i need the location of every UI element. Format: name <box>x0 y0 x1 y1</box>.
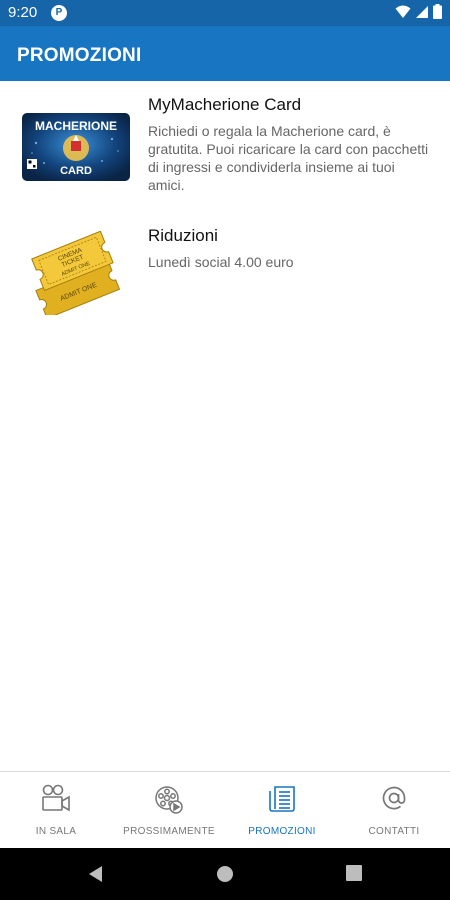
nav-item-prossimamente[interactable]: PROSSIMAMENTE <box>113 772 225 849</box>
cellular-signal-icon <box>416 5 428 18</box>
film-reel-play-icon <box>155 786 183 814</box>
status-time: 9:20 <box>8 4 38 21</box>
nav-label: IN SALA <box>35 826 77 837</box>
film-camera-icon <box>42 784 70 812</box>
nav-item-promozioni[interactable]: PROMOZIONI <box>226 772 338 849</box>
status-indicators <box>395 4 442 19</box>
bottom-navigation: IN SALA PROSSIMAMENTE PROMOZIONI CONTATT… <box>0 771 450 848</box>
nav-label: PROSSIMAMENTE <box>123 826 215 837</box>
status-bar: 9:20 P <box>0 0 450 26</box>
recents-icon[interactable] <box>346 865 362 881</box>
macherione-card-image: MACHERIONE CARD <box>22 113 130 181</box>
promo-description: Lunedì social 4.00 euro <box>148 254 294 270</box>
system-navigation-bar <box>0 848 450 900</box>
nav-label: PROMOZIONI <box>248 826 316 837</box>
card-brand-bottom: CARD <box>60 165 92 177</box>
promo-description: Richiedi o regala la Macherione card, è … <box>148 123 429 193</box>
promo-item-riduzioni[interactable]: ADMIT ONE CINEMA TICKET ADMIT ONE Riduzi… <box>0 211 450 331</box>
promo-title: MyMacherione Card <box>148 95 302 114</box>
promo-item-macherione-card[interactable]: MACHERIONE CARD MyMacherione Card Richie… <box>0 81 450 211</box>
nav-item-contatti[interactable]: CONTATTI <box>338 772 450 849</box>
promo-title: Riduzioni <box>148 226 218 245</box>
app-bar: PROMOZIONI <box>0 26 450 81</box>
newspaper-icon <box>269 786 295 812</box>
at-sign-icon <box>382 786 406 810</box>
back-icon[interactable] <box>87 865 103 883</box>
notification-app-icon: P <box>51 5 67 21</box>
cinema-ticket-image: ADMIT ONE CINEMA TICKET ADMIT ONE <box>31 231 121 315</box>
page-title: PROMOZIONI <box>17 45 142 66</box>
home-icon[interactable] <box>216 865 234 883</box>
wifi-icon <box>395 5 411 18</box>
nav-label: CONTATTI <box>368 826 420 837</box>
nav-item-in-sala[interactable]: IN SALA <box>0 772 112 849</box>
card-brand-top: MACHERIONE <box>35 119 117 133</box>
battery-icon <box>433 4 442 19</box>
